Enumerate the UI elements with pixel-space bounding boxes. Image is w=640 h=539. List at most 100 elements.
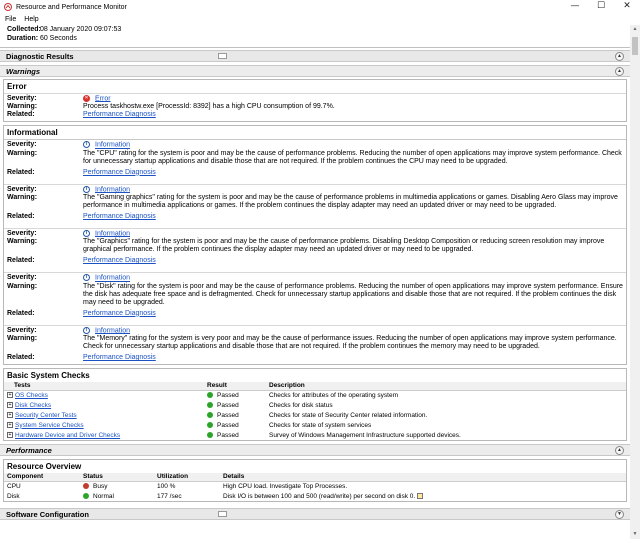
scroll-thumb[interactable] — [632, 37, 638, 55]
col-details: Details — [220, 473, 626, 482]
expand-icon[interactable]: + — [7, 411, 13, 418]
expand-icon[interactable]: + — [7, 401, 13, 408]
severity-link[interactable]: Information — [95, 142, 130, 149]
section-title: Warnings — [6, 66, 41, 76]
duration-value: 60 Seconds — [39, 35, 77, 42]
section-grip-icon — [218, 53, 227, 59]
info-icon: i — [83, 230, 90, 238]
related-link[interactable]: Performance Diagnosis — [83, 111, 156, 118]
status-cell: Busy — [93, 482, 108, 490]
related-link[interactable]: Performance Diagnosis — [83, 213, 156, 220]
warning-text: The "Disk" rating for the system is poor… — [83, 282, 623, 306]
collected-label: Collected: — [7, 26, 41, 33]
informational-box: Informational Severity: i Information Warni… — [3, 125, 627, 366]
warning-label: Warning: — [7, 149, 38, 157]
severity-link[interactable]: Information — [95, 327, 130, 334]
report-content[interactable]: Collected: 08 January 2020 09:07:53 Dura… — [0, 25, 630, 539]
minimize-button[interactable]: — — [562, 0, 588, 14]
vertical-scrollbar[interactable]: ▲ ▼ — [630, 25, 640, 539]
severity-link[interactable]: Error — [95, 95, 111, 102]
related-label: Related: — [7, 309, 35, 317]
window-title: Resource and Performance Monitor — [16, 3, 127, 11]
col-component: Component — [4, 473, 80, 482]
error-title: Error — [7, 82, 27, 91]
col-description: Description — [266, 382, 626, 391]
expand-icon[interactable]: ▼ — [615, 510, 624, 520]
error-box: Error Severity: ✕ Error Warning: Process ta… — [3, 79, 627, 123]
basic-checks-box: Basic System Checks Tests Result Descrip… — [3, 368, 627, 442]
warning-label: Warning: — [7, 335, 38, 343]
resource-table: Component Status Utilization Details CPU… — [4, 473, 626, 501]
informational-title: Informational — [7, 128, 58, 138]
passed-icon — [207, 431, 213, 438]
menu-help[interactable]: Help — [24, 16, 38, 23]
check-link[interactable]: Hardware Device and Driver Checks — [15, 432, 120, 439]
table-row: + Disk Checks Passed Checks for disk status — [4, 400, 626, 410]
section-performance[interactable]: Performance ▲ — [0, 444, 630, 457]
table-row: + OS Checks Passed Checks for attributes of… — [4, 390, 626, 400]
check-result: Passed — [217, 421, 239, 429]
check-link[interactable]: Security Center Tests — [15, 412, 77, 419]
passed-icon — [207, 401, 213, 408]
severity-label: Severity: — [7, 185, 37, 193]
window-controls: — ☐ ✕ — [562, 0, 640, 14]
table-row: Disk Normal 177 /sec Disk I/O is between 10… — [4, 491, 626, 501]
menu-bar: File Help — [0, 14, 640, 24]
check-description: Checks for disk status — [269, 401, 333, 409]
maximize-button[interactable]: ☐ — [588, 0, 614, 14]
section-title: Diagnostic Results — [6, 51, 74, 61]
related-link[interactable]: Performance Diagnosis — [83, 310, 156, 317]
expand-icon[interactable]: + — [7, 392, 13, 399]
check-description: Checks for attributes of the operating s… — [269, 391, 398, 399]
note-icon[interactable] — [417, 492, 424, 499]
close-button[interactable]: ✕ — [614, 0, 640, 14]
check-description: Survey of Windows Management Infrastruct… — [269, 431, 461, 439]
section-software-configuration[interactable]: Software Configuration ▼ — [0, 508, 630, 521]
related-label: Related: — [7, 111, 35, 119]
collapse-icon[interactable]: ▲ — [615, 52, 624, 61]
col-utilization: Utilization — [154, 473, 220, 482]
passed-icon — [207, 392, 213, 399]
check-description: Checks for state of Security Center rela… — [269, 411, 428, 419]
warning-label: Warning: — [7, 238, 38, 246]
severity-link[interactable]: Information — [95, 230, 130, 237]
utilization-cell: 177 /sec — [157, 492, 182, 500]
related-link[interactable]: Performance Diagnosis — [83, 354, 156, 361]
warning-text: The "Graphics" rating for the system is … — [83, 238, 605, 254]
expand-icon[interactable]: + — [7, 421, 13, 428]
related-label: Related: — [7, 354, 35, 362]
table-row: + System Service Checks Passed Checks for s… — [4, 420, 626, 430]
table-row: + Security Center Tests Passed Checks for s… — [4, 410, 626, 420]
info-entry: Severity: i Information Warning: The "Gaming… — [4, 183, 626, 223]
collapse-icon[interactable]: ▲ — [615, 446, 624, 456]
check-link[interactable]: Disk Checks — [15, 402, 51, 409]
info-entry: Severity: i Information Warning: The "Graphi… — [4, 228, 626, 267]
report-meta: Collected: 08 January 2020 09:07:53 Dura… — [0, 25, 630, 43]
severity-link[interactable]: Information — [95, 275, 130, 282]
warning-text: Process taskhostw.exe [ProcessId: 8392] … — [83, 103, 335, 111]
severity-link[interactable]: Information — [95, 186, 130, 193]
check-link[interactable]: System Service Checks — [15, 422, 84, 429]
scroll-down-icon[interactable]: ▼ — [630, 530, 640, 539]
section-title: Software Configuration — [6, 509, 89, 519]
error-entry: Severity: ✕ Error Warning: Process taskhost… — [4, 93, 626, 121]
related-link[interactable]: Performance Diagnosis — [83, 169, 156, 176]
menu-file[interactable]: File — [5, 16, 16, 23]
section-warnings[interactable]: Warnings ▲ — [0, 65, 630, 77]
title-bar: Resource and Performance Monitor — ☐ ✕ — [0, 0, 640, 14]
app-icon — [4, 3, 12, 11]
check-link[interactable]: OS Checks — [15, 392, 48, 399]
severity-label: Severity: — [7, 95, 37, 102]
info-icon: i — [83, 141, 90, 149]
related-link[interactable]: Performance Diagnosis — [83, 257, 156, 264]
col-result: Result — [204, 382, 266, 391]
scroll-up-icon[interactable]: ▲ — [630, 25, 640, 34]
related-label: Related: — [7, 257, 35, 265]
collapse-icon[interactable]: ▲ — [615, 67, 624, 76]
check-result: Passed — [217, 411, 239, 419]
info-icon: i — [83, 326, 90, 334]
expand-icon[interactable]: + — [7, 431, 13, 438]
section-diagnostic-results[interactable]: Diagnostic Results ▲ — [0, 50, 630, 62]
info-icon: i — [83, 274, 90, 282]
check-result: Passed — [217, 431, 239, 439]
